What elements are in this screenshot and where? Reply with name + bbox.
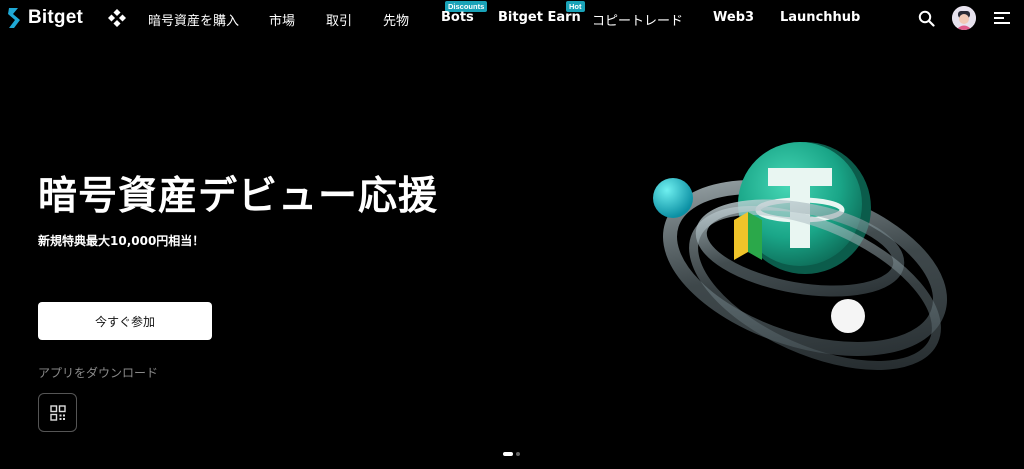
qr-code-icon [49,404,66,421]
carousel-dot[interactable] [516,452,520,456]
tether-coin-illustration [653,142,947,370]
nav-web3[interactable]: Web3 [713,10,754,25]
nav-futures[interactable]: 先物 [383,10,409,29]
nav-trade[interactable]: 取引 [326,10,352,29]
nav-launchhub[interactable]: Launchhub [780,10,860,25]
nav-copy-trade[interactable]: コピートレード [592,10,683,29]
carousel-dot-active[interactable] [503,452,513,456]
bitget-logo[interactable]: Bitget [6,6,83,30]
nav-bitget-earn[interactable]: Bitget Earn [498,10,581,25]
carousel-indicator [503,452,520,456]
nav-markets[interactable]: 市場 [269,10,295,29]
logo-text: Bitget [28,7,84,28]
avatar-icon [952,6,976,30]
menu-icon[interactable] [994,11,1010,25]
avatar[interactable] [952,6,976,30]
bitget-logo-icon [8,8,20,28]
join-now-button[interactable]: 今すぐ参加 [38,302,212,340]
qr-code-button[interactable] [38,393,77,432]
hero-title: 暗号資産デビュー応援 [38,174,439,219]
grid-icon[interactable] [108,9,126,27]
search-icon[interactable] [918,10,935,27]
nav-buy-crypto[interactable]: 暗号資産を購入 [148,10,239,29]
nav-bots[interactable]: Bots [441,10,474,25]
download-app-label: アプリをダウンロード [38,366,159,380]
top-nav: Bitget 暗号資産を購入 市場 取引 先物 Discounts Bots H… [0,0,1024,37]
hero-subtitle: 新規特典最大10,000円相当！ [38,234,205,248]
